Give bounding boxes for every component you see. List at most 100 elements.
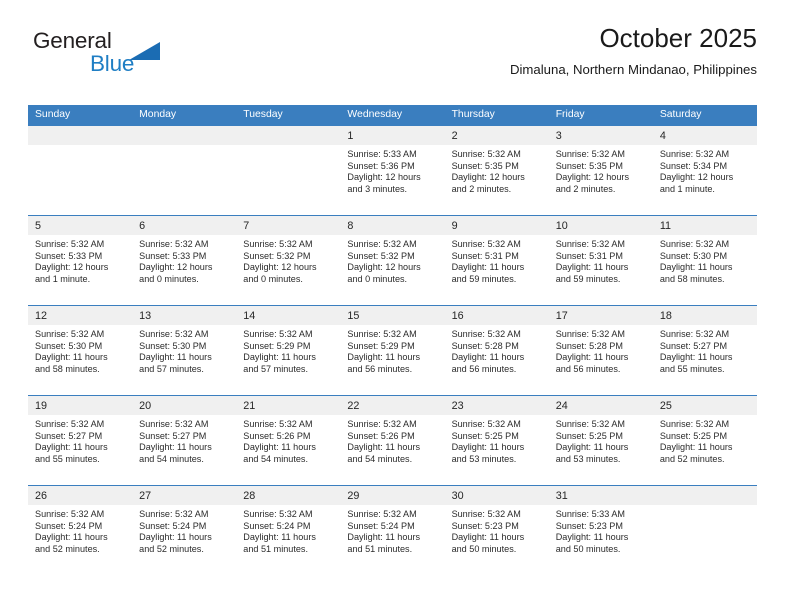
day-sun-info: Sunrise: 5:32 AM Sunset: 5:28 PM Daylight:…	[445, 325, 549, 376]
sunrise-text: Sunrise: 5:32 AM	[243, 239, 313, 249]
calendar-day-cell[interactable]: 14 Sunrise: 5:32 AM Sunset: 5:29 PM Dayligh…	[236, 305, 341, 395]
sunset-text: Sunset: 5:23 PM	[555, 520, 623, 531]
day-number: 2	[451, 130, 458, 142]
day-number: 26	[35, 490, 48, 502]
day-sun-info: Sunrise: 5:32 AM Sunset: 5:35 PM Daylight:…	[445, 145, 549, 196]
sunrise-text: Sunrise: 5:32 AM	[139, 509, 209, 519]
day-sun-info: Sunrise: 5:32 AM Sunset: 5:24 PM Daylight:…	[340, 505, 444, 556]
day-number: 19	[35, 400, 48, 412]
calendar-day-cell[interactable]: 10 Sunrise: 5:32 AM Sunset: 5:31 PM Dayligh…	[548, 215, 653, 305]
page-subtitle: Dimaluna, Northern Mindanao, Philippines	[509, 61, 757, 77]
day-number: 28	[243, 490, 256, 502]
sunrise-text: Sunrise: 5:32 AM	[347, 239, 417, 249]
day-number-band: 9	[444, 216, 549, 235]
calendar-day-cell[interactable]: 17 Sunrise: 5:32 AM Sunset: 5:28 PM Dayligh…	[548, 305, 653, 395]
sunrise-text: Sunrise: 5:32 AM	[659, 239, 730, 249]
sunrise-text: Sunrise: 5:32 AM	[659, 329, 730, 339]
day-number: 4	[659, 130, 666, 142]
day-number-band: 28	[236, 486, 341, 505]
day-sun-info: Sunrise: 5:32 AM Sunset: 5:30 PM Daylight:…	[28, 325, 132, 376]
calendar-day-cell[interactable]: 15 Sunrise: 5:32 AM Sunset: 5:29 PM Dayligh…	[340, 305, 445, 395]
calendar-day-cell[interactable]: 27 Sunrise: 5:32 AM Sunset: 5:24 PM Dayligh…	[132, 485, 237, 575]
calendar-day-cell[interactable]: 18 Sunrise: 5:32 AM Sunset: 5:27 PM Dayligh…	[652, 305, 757, 395]
day-number: 20	[139, 400, 152, 412]
calendar-day-cell[interactable]: 28 Sunrise: 5:32 AM Sunset: 5:24 PM Dayligh…	[236, 485, 341, 575]
sunset-text: Sunset: 5:30 PM	[139, 340, 207, 351]
day-number-band: 2	[444, 126, 549, 145]
weekday-header-friday: Friday	[555, 109, 585, 120]
calendar-day-cell[interactable]: 11 Sunrise: 5:32 AM Sunset: 5:30 PM Dayligh…	[652, 215, 757, 305]
calendar-day-cell[interactable]: 25 Sunrise: 5:32 AM Sunset: 5:25 PM Dayligh…	[652, 395, 757, 485]
sunrise-text: Sunrise: 5:32 AM	[35, 329, 105, 339]
calendar-day-cell[interactable]: 24 Sunrise: 5:32 AM Sunset: 5:25 PM Dayligh…	[548, 395, 653, 485]
calendar-day-cell[interactable]: 12 Sunrise: 5:32 AM Sunset: 5:30 PM Dayligh…	[28, 305, 133, 395]
daylight-text-line1: Daylight: 11 hours	[35, 352, 108, 363]
weekday-header-row: Sunday Monday Tuesday Wednesday Thursday…	[28, 105, 757, 125]
calendar-page: General Blue October 2025 Dimaluna, Nort…	[0, 0, 792, 612]
calendar-day-cell[interactable]: 6 Sunrise: 5:32 AM Sunset: 5:33 PM Daylight…	[132, 215, 237, 305]
sunrise-text: Sunrise: 5:32 AM	[139, 329, 209, 339]
calendar-week-row: 1 Sunrise: 5:33 AM Sunset: 5:36 PM Daylight…	[28, 125, 757, 215]
daylight-text-line1: Daylight: 11 hours	[35, 442, 108, 453]
day-number-band: 3	[548, 126, 653, 145]
calendar-day-cell[interactable]: 2 Sunrise: 5:32 AM Sunset: 5:35 PM Daylight…	[444, 125, 549, 215]
day-sun-info: Sunrise: 5:32 AM Sunset: 5:31 PM Daylight:…	[445, 235, 549, 286]
day-number-band: 24	[548, 396, 653, 415]
calendar-day-cell[interactable]: 5 Sunrise: 5:32 AM Sunset: 5:33 PM Daylight…	[28, 215, 133, 305]
day-sun-info: Sunrise: 5:32 AM Sunset: 5:25 PM Daylight:…	[549, 415, 653, 466]
day-sun-info: Sunrise: 5:32 AM Sunset: 5:24 PM Daylight:…	[236, 505, 340, 556]
sunset-text: Sunset: 5:31 PM	[555, 250, 623, 261]
weekday-header-wednesday: Wednesday	[347, 109, 403, 120]
day-number-band	[132, 126, 237, 145]
sunset-text: Sunset: 5:24 PM	[139, 520, 207, 531]
day-number: 3	[555, 130, 562, 142]
calendar-day-cell[interactable]: 21 Sunrise: 5:32 AM Sunset: 5:26 PM Dayligh…	[236, 395, 341, 485]
sunrise-text: Sunrise: 5:32 AM	[451, 329, 521, 339]
day-number-band: 19	[28, 396, 133, 415]
day-sun-info: Sunrise: 5:32 AM Sunset: 5:34 PM Daylight:…	[653, 145, 757, 196]
daylight-text-line1: Daylight: 11 hours	[451, 352, 525, 363]
calendar-day-cell[interactable]: 29 Sunrise: 5:32 AM Sunset: 5:24 PM Dayligh…	[340, 485, 445, 575]
daylight-text-line2: and 56 minutes.	[555, 364, 621, 375]
calendar-day-cell[interactable]: 16 Sunrise: 5:32 AM Sunset: 5:28 PM Dayligh…	[444, 305, 549, 395]
day-number: 17	[555, 310, 568, 322]
daylight-text-line2: and 54 minutes.	[139, 454, 204, 465]
day-sun-info: Sunrise: 5:32 AM Sunset: 5:24 PM Daylight:…	[28, 505, 132, 556]
calendar-day-cell[interactable]: 22 Sunrise: 5:32 AM Sunset: 5:26 PM Dayligh…	[340, 395, 445, 485]
day-sun-info: Sunrise: 5:32 AM Sunset: 5:31 PM Daylight:…	[549, 235, 653, 286]
sunrise-text: Sunrise: 5:32 AM	[139, 419, 209, 429]
calendar-week-row: 5 Sunrise: 5:32 AM Sunset: 5:33 PM Daylight…	[28, 215, 757, 305]
sunset-text: Sunset: 5:31 PM	[451, 250, 519, 261]
day-number: 7	[243, 220, 250, 232]
daylight-text-line2: and 54 minutes.	[243, 454, 308, 465]
day-sun-info: Sunrise: 5:32 AM Sunset: 5:30 PM Daylight:…	[653, 235, 757, 286]
day-number: 24	[555, 400, 568, 412]
calendar-day-cell[interactable]: 30 Sunrise: 5:32 AM Sunset: 5:23 PM Dayligh…	[444, 485, 549, 575]
daylight-text-line2: and 52 minutes.	[139, 544, 204, 555]
calendar-day-cell[interactable]: 3 Sunrise: 5:32 AM Sunset: 5:35 PM Daylight…	[548, 125, 653, 215]
calendar-day-cell[interactable]: 31 Sunrise: 5:33 AM Sunset: 5:23 PM Dayligh…	[548, 485, 653, 575]
calendar-day-cell[interactable]: 1 Sunrise: 5:33 AM Sunset: 5:36 PM Daylight…	[340, 125, 445, 215]
sunset-text: Sunset: 5:27 PM	[35, 430, 103, 441]
daylight-text-line2: and 2 minutes.	[451, 184, 512, 195]
daylight-text-line1: Daylight: 11 hours	[451, 532, 525, 543]
calendar-day-cell[interactable]: 19 Sunrise: 5:32 AM Sunset: 5:27 PM Dayligh…	[28, 395, 133, 485]
calendar-day-cell[interactable]: 4 Sunrise: 5:32 AM Sunset: 5:34 PM Daylight…	[652, 125, 757, 215]
calendar-day-cell[interactable]: 8 Sunrise: 5:32 AM Sunset: 5:32 PM Daylight…	[340, 215, 445, 305]
day-number-band: 15	[340, 306, 445, 325]
day-number-band: 29	[340, 486, 445, 505]
sunrise-text: Sunrise: 5:32 AM	[451, 419, 521, 429]
calendar-day-cell[interactable]: 7 Sunrise: 5:32 AM Sunset: 5:32 PM Daylight…	[236, 215, 341, 305]
calendar-day-cell[interactable]: 26 Sunrise: 5:32 AM Sunset: 5:24 PM Dayligh…	[28, 485, 133, 575]
day-number: 1	[347, 130, 354, 142]
daylight-text-line2: and 55 minutes.	[35, 454, 100, 465]
day-sun-info: Sunrise: 5:32 AM Sunset: 5:32 PM Daylight:…	[340, 235, 444, 286]
calendar-day-cell[interactable]: 23 Sunrise: 5:32 AM Sunset: 5:25 PM Dayligh…	[444, 395, 549, 485]
calendar-day-cell[interactable]: 13 Sunrise: 5:32 AM Sunset: 5:30 PM Dayligh…	[132, 305, 237, 395]
sunset-text: Sunset: 5:23 PM	[451, 520, 519, 531]
calendar-day-cell[interactable]: 9 Sunrise: 5:32 AM Sunset: 5:31 PM Daylight…	[444, 215, 549, 305]
calendar-day-cell[interactable]: 20 Sunrise: 5:32 AM Sunset: 5:27 PM Dayligh…	[132, 395, 237, 485]
daylight-text-line1: Daylight: 11 hours	[347, 532, 421, 543]
calendar-day-cell-empty	[132, 125, 237, 215]
brand-logo[interactable]: General Blue	[28, 28, 228, 88]
